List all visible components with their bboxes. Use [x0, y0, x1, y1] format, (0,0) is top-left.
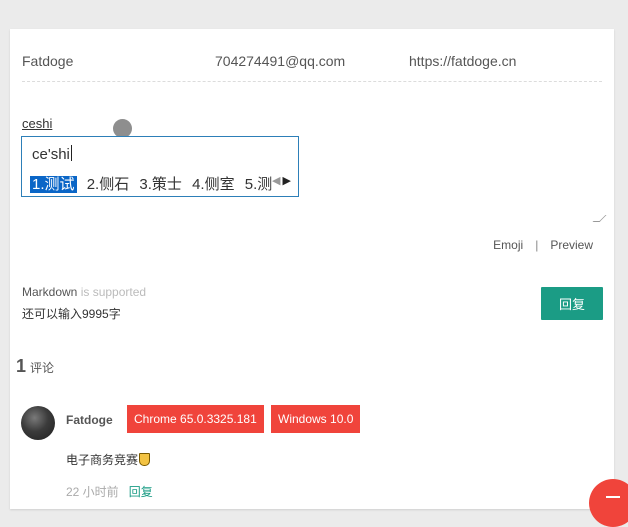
shield-emoji-icon [139, 453, 151, 466]
floating-menu-button[interactable] [589, 479, 628, 527]
nick-input[interactable]: Fatdoge [22, 43, 212, 79]
comment-time: 22 小时前 [66, 485, 119, 499]
comment-editor[interactable]: ceshi [22, 116, 52, 131]
editor-toolbar: Emoji | Preview [493, 238, 593, 252]
toolbar-separator: | [535, 238, 539, 252]
ime-page-arrows: ◀ ▶ [272, 174, 291, 187]
ime-candidate[interactable]: 3.策士 [139, 176, 182, 193]
user-info-inputs: Fatdoge 704274491@qq.com https://fatdoge… [22, 43, 602, 82]
reply-link[interactable]: 回复 [129, 485, 153, 499]
ime-candidate[interactable]: 2.侧石 [87, 176, 130, 193]
comment-meta: 22 小时前 回复 [66, 483, 153, 500]
comment-count-number: 1 [16, 356, 27, 376]
browser-badge: Chrome 65.0.3325.181 [127, 405, 264, 433]
comment-author[interactable]: Fatdoge [66, 413, 113, 427]
os-badge: Windows 10.0 [271, 405, 361, 433]
ime-candidate[interactable]: 5.测 [245, 176, 273, 193]
markdown-hint: Markdown is supported [22, 285, 146, 299]
text-caret [70, 145, 72, 161]
comment-card: Fatdoge 704274491@qq.com https://fatdoge… [10, 29, 614, 509]
markdown-link[interactable]: Markdown [22, 285, 77, 299]
arrow-left-icon[interactable]: ◀ [272, 175, 280, 187]
ime-candidate[interactable]: 1.测试 [30, 176, 77, 193]
ime-candidate-window: ce'shi 1.测试 2.侧石 3.策士 4.侧室 5.测 ◀ ▶ [21, 136, 299, 197]
ime-composition: ce'shi [32, 145, 72, 163]
menu-icon [606, 496, 620, 498]
comment-count: 1 评论 [16, 356, 54, 377]
emoji-button[interactable]: Emoji [493, 238, 523, 252]
submit-button[interactable]: 回复 [541, 287, 603, 320]
email-input[interactable]: 704274491@qq.com [215, 43, 405, 79]
arrow-right-icon[interactable]: ▶ [282, 175, 290, 187]
ime-candidate-list: 1.测试 2.侧石 3.策士 4.侧室 5.测 [30, 173, 278, 194]
comment-text: 电子商务竞赛 [66, 451, 151, 468]
markdown-supported-text: is supported [77, 285, 147, 299]
preview-button[interactable]: Preview [550, 238, 593, 252]
ime-candidate[interactable]: 4.侧室 [192, 176, 235, 193]
textarea-resize-handle[interactable] [592, 215, 607, 222]
comment-count-label: 评论 [30, 361, 55, 375]
remaining-chars: 还可以输入9995字 [22, 307, 121, 321]
avatar [21, 406, 55, 440]
link-input[interactable]: https://fatdoge.cn [409, 43, 599, 79]
